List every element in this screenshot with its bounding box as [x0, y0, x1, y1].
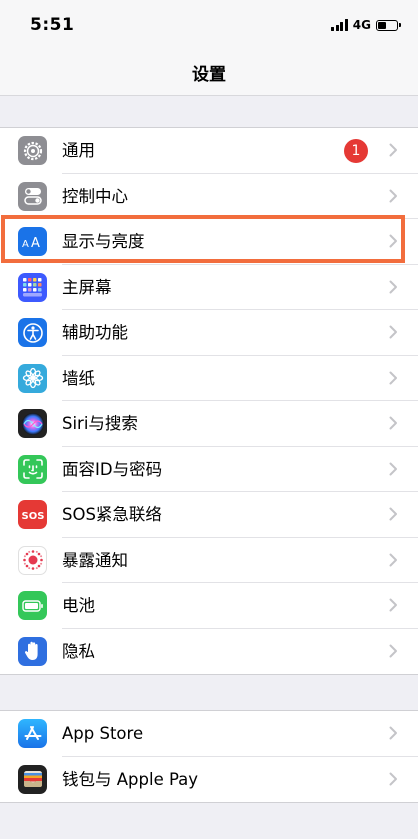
row-app-store[interactable]: App Store	[0, 711, 418, 757]
text-size-icon: AA	[18, 227, 47, 256]
chevron-right-icon	[389, 553, 397, 566]
status-indicators: 4G	[331, 15, 401, 35]
chevron-right-icon	[389, 462, 397, 475]
row-label: SOS紧急联络	[62, 505, 162, 524]
battery-icon	[18, 591, 47, 620]
row-wallpaper[interactable]: 墙纸	[0, 356, 418, 401]
svg-text:A: A	[22, 239, 29, 250]
hand-icon	[18, 636, 47, 666]
chevron-right-icon	[389, 371, 397, 384]
row-home-screen[interactable]: 主屏幕	[0, 265, 418, 310]
app-store-icon	[18, 719, 47, 748]
chevron-right-icon	[389, 189, 397, 202]
sos-icon: SOS	[18, 500, 47, 529]
chevron-right-icon	[389, 280, 397, 293]
chevron-right-icon	[389, 772, 397, 785]
exposure-icon	[18, 545, 47, 575]
row-label: 隐私	[62, 641, 95, 661]
app-grid-icon	[18, 272, 47, 302]
toggles-icon	[18, 181, 47, 211]
face-id-icon	[18, 454, 47, 484]
status-time: 5:51	[30, 15, 75, 35]
navigation-bar: 设置	[0, 50, 418, 96]
row-label: 面容ID与密码	[62, 459, 163, 479]
siri-icon	[18, 409, 47, 438]
row-label: App Store	[62, 724, 144, 743]
chevron-right-icon	[389, 598, 397, 612]
chevron-right-icon	[389, 644, 397, 657]
row-accessibility[interactable]: 辅助功能	[0, 310, 418, 356]
row-label: Siri与搜索	[62, 414, 138, 433]
settings-group-store: App Store 钱包与 Apple Pay	[0, 710, 418, 803]
chevron-right-icon	[389, 325, 397, 339]
wallet-icon	[18, 764, 47, 794]
signal-icon	[331, 19, 348, 31]
chevron-right-icon	[389, 416, 397, 430]
battery-icon	[376, 19, 401, 31]
row-label: 电池	[62, 596, 95, 615]
row-battery[interactable]: 电池	[0, 583, 418, 629]
status-bar: 5:51 4G	[0, 0, 418, 50]
chevron-right-icon	[389, 726, 397, 740]
page-title: 设置	[192, 65, 226, 85]
row-label: 墙纸	[62, 368, 95, 388]
notification-badge: 1	[344, 139, 368, 163]
svg-text:A: A	[31, 236, 40, 250]
accessibility-icon	[18, 318, 47, 347]
row-label: 显示与亮度	[62, 232, 145, 251]
row-siri-search[interactable]: Siri与搜索	[0, 401, 418, 447]
chevron-right-icon	[389, 507, 397, 521]
settings-group-main: 通用 1 控制中心 AA 显示与亮度 主屏幕 辅助功能 墙纸 Siri与搜索 面…	[0, 127, 418, 675]
row-label: 钱包与 Apple Pay	[62, 769, 199, 789]
row-display-brightness[interactable]: AA 显示与亮度	[0, 219, 418, 265]
row-exposure-notifications[interactable]: 暴露通知	[0, 538, 418, 583]
chevron-right-icon	[389, 234, 397, 248]
row-label: 主屏幕	[62, 277, 112, 297]
row-face-id-passcode[interactable]: 面容ID与密码	[0, 447, 418, 492]
row-emergency-sos[interactable]: SOS SOS紧急联络	[0, 492, 418, 538]
flower-icon	[18, 363, 47, 393]
network-type: 4G	[352, 18, 371, 32]
gear-icon	[18, 136, 47, 165]
svg-text:SOS: SOS	[21, 511, 44, 522]
row-control-center[interactable]: 控制中心	[0, 174, 418, 219]
row-label: 辅助功能	[62, 323, 128, 342]
row-wallet-apple-pay[interactable]: 钱包与 Apple Pay	[0, 757, 418, 803]
row-label: 暴露通知	[62, 550, 128, 570]
chevron-right-icon	[389, 143, 397, 157]
battery-level	[378, 21, 386, 29]
row-privacy[interactable]: 隐私	[0, 629, 418, 675]
row-general[interactable]: 通用 1	[0, 128, 418, 174]
row-label: 通用	[62, 141, 95, 160]
row-label: 控制中心	[62, 186, 128, 206]
